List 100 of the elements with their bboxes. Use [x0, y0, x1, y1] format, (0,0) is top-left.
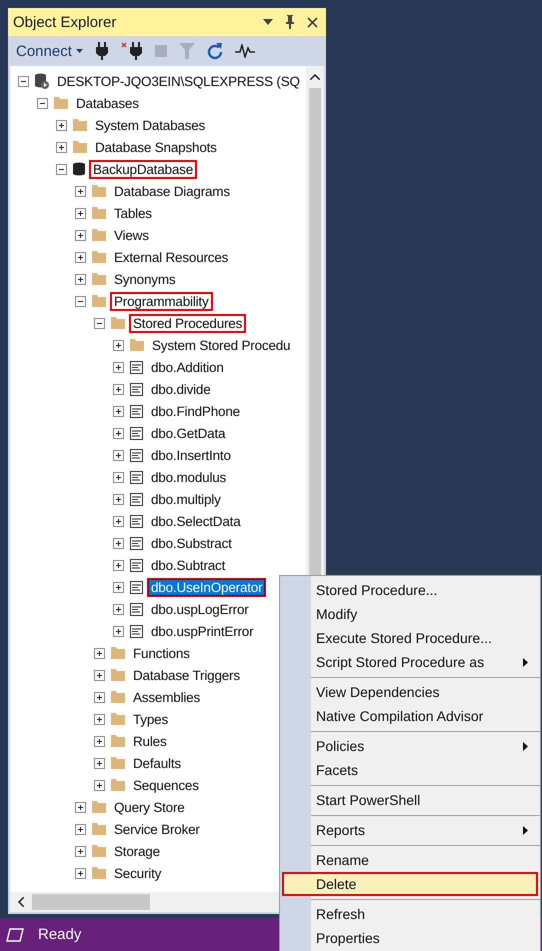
menu-item[interactable]: Start PowerShell [280, 788, 540, 812]
tree-item[interactable]: DESKTOP-JQO3EIN\SQLEXPRESS (SQ [53, 72, 304, 90]
menu-item[interactable]: Policies [280, 734, 540, 758]
tree-item[interactable]: Storage [110, 842, 164, 860]
expand-icon[interactable] [113, 604, 124, 614]
expand-icon[interactable] [56, 120, 67, 130]
expand-icon[interactable] [113, 362, 124, 372]
tree-item[interactable]: External Resources [110, 248, 232, 266]
tree-item[interactable]: dbo.Subtract [147, 556, 230, 574]
tree-item[interactable]: dbo.GetData [147, 424, 230, 442]
collapse-icon[interactable] [75, 296, 86, 306]
expand-icon[interactable] [113, 582, 124, 592]
tree-item[interactable]: dbo.Addition [147, 358, 228, 376]
menu-item[interactable]: Delete [282, 872, 538, 896]
tree-item[interactable]: Database Triggers [129, 666, 244, 684]
tree-item[interactable]: Security [110, 864, 166, 882]
expand-icon[interactable] [75, 230, 86, 240]
expand-icon[interactable] [94, 736, 105, 746]
tree-item[interactable]: Views [110, 226, 153, 244]
tree-item[interactable]: System Stored Procedu [148, 336, 294, 354]
menu-item[interactable]: Script Stored Procedure as [280, 650, 540, 674]
expand-icon[interactable] [75, 802, 86, 812]
tree-item[interactable]: Sequences [129, 776, 203, 794]
expand-icon[interactable] [113, 560, 124, 570]
expand-icon[interactable] [75, 824, 86, 834]
expand-icon[interactable] [113, 450, 124, 460]
tree-item[interactable]: dbo.uspLogError [147, 600, 253, 618]
tree-item[interactable]: Query Store [110, 798, 189, 816]
expand-icon[interactable] [113, 428, 124, 438]
menu-item[interactable]: Reports [280, 818, 540, 842]
tree-item[interactable]: dbo.modulus [147, 468, 230, 486]
scroll-up-icon[interactable] [310, 74, 320, 80]
tree-item[interactable]: Functions [129, 644, 194, 662]
tree-item[interactable]: Database Diagrams [110, 182, 234, 200]
activity-icon[interactable] [234, 44, 255, 58]
tree-item[interactable]: Databases [72, 94, 143, 112]
expand-icon[interactable] [94, 648, 105, 658]
expand-icon[interactable] [94, 714, 105, 724]
menu-item[interactable]: Properties [280, 926, 540, 950]
collapse-icon[interactable] [37, 98, 48, 108]
tree-item[interactable]: dbo.UseInOperator [147, 578, 266, 596]
expand-icon[interactable] [94, 780, 105, 790]
tree-item[interactable]: Synonyms [110, 270, 180, 288]
tree-item[interactable]: dbo.uspPrintError [147, 622, 258, 640]
tree-item[interactable]: Tables [110, 204, 156, 222]
expand-icon[interactable] [94, 670, 105, 680]
tree-item[interactable]: BackupDatabase [89, 160, 198, 178]
expand-icon[interactable] [75, 274, 86, 284]
tree-item[interactable]: System Databases [91, 116, 210, 134]
connect-button[interactable]: Connect [16, 42, 83, 60]
plug-icon[interactable] [94, 42, 109, 60]
menu-item[interactable]: Modify [280, 602, 540, 626]
pin-icon[interactable] [285, 15, 295, 29]
disconnect-plug-icon[interactable] [120, 42, 143, 60]
tree-item[interactable]: dbo.FindPhone [147, 402, 244, 420]
refresh-icon[interactable] [206, 42, 223, 60]
tree-item[interactable]: Database Snapshots [91, 138, 221, 156]
menu-item[interactable]: Native Compilation Advisor [280, 704, 540, 728]
dropdown-icon[interactable] [263, 19, 273, 25]
expand-icon[interactable] [75, 186, 86, 196]
collapse-icon[interactable] [56, 164, 67, 174]
expand-icon[interactable] [113, 626, 124, 636]
close-icon[interactable] [307, 16, 318, 28]
expand-icon[interactable] [113, 406, 124, 416]
menu-item[interactable]: Stored Procedure... [280, 578, 540, 602]
expand-icon[interactable] [113, 472, 124, 482]
expand-icon[interactable] [94, 692, 105, 702]
expand-icon[interactable] [94, 758, 105, 768]
tree-item[interactable]: Stored Procedures [129, 314, 246, 332]
expand-icon[interactable] [113, 384, 124, 394]
tree-item[interactable]: Programmability [110, 292, 213, 310]
tree-item[interactable]: dbo.Substract [147, 534, 236, 552]
menu-item[interactable]: Refresh [280, 902, 540, 926]
tree-item[interactable]: Defaults [129, 754, 185, 772]
expand-icon[interactable] [75, 252, 86, 262]
menu-item[interactable]: Rename [280, 848, 540, 872]
expand-icon[interactable] [56, 142, 67, 152]
menu-item[interactable]: View Dependencies [280, 680, 540, 704]
tree-item[interactable]: dbo.divide [147, 380, 215, 398]
tree-item[interactable]: dbo.SelectData [147, 512, 245, 530]
tree-item[interactable]: Service Broker [110, 820, 204, 838]
collapse-icon[interactable] [18, 76, 29, 86]
expand-icon[interactable] [75, 868, 86, 878]
menu-item[interactable]: Facets [280, 758, 540, 782]
expand-icon[interactable] [113, 340, 124, 350]
tree-item[interactable]: dbo.multiply [147, 490, 225, 508]
document-icon [130, 382, 143, 396]
folder-icon [92, 801, 106, 813]
menu-item[interactable]: Execute Stored Procedure... [280, 626, 540, 650]
collapse-icon[interactable] [94, 318, 105, 328]
tree-item[interactable]: Assemblies [129, 688, 204, 706]
scroll-left-icon[interactable] [18, 897, 24, 907]
expand-icon[interactable] [113, 516, 124, 526]
expand-icon[interactable] [113, 494, 124, 504]
tree-item[interactable]: dbo.InsertInto [147, 446, 235, 464]
expand-icon[interactable] [75, 846, 86, 856]
tree-item[interactable]: Rules [129, 732, 171, 750]
tree-item[interactable]: Types [129, 710, 172, 728]
expand-icon[interactable] [75, 208, 86, 218]
expand-icon[interactable] [113, 538, 124, 548]
